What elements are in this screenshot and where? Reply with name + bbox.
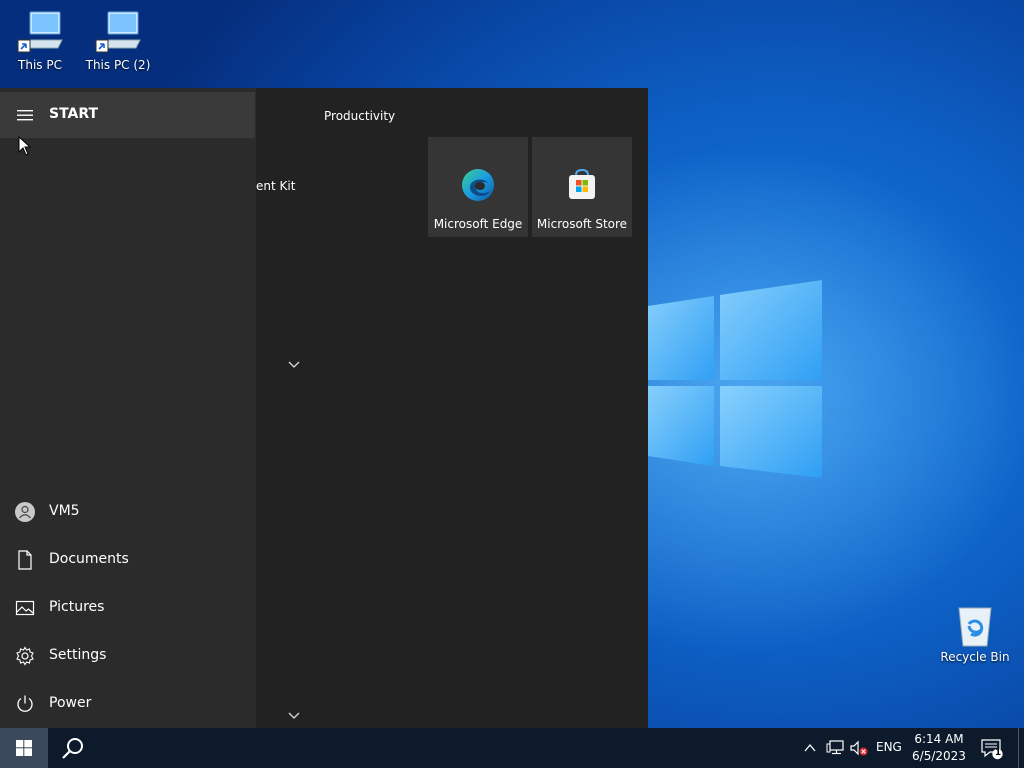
desktop-icon-label: This PC [18,58,62,72]
nav-item-label: Documents [49,551,129,567]
taskbar: ENG 6:14 AM 6/5/2023 1 [0,728,1024,768]
chevron-down-icon[interactable] [287,360,301,370]
start-header-label: START [49,106,99,122]
recycle-bin-icon [951,602,999,648]
desktop-icon-label: This PC (2) [85,58,151,72]
start-expand-button[interactable]: START [0,92,255,138]
nav-item-pictures[interactable]: Pictures [0,584,256,632]
chevron-down-icon[interactable] [287,711,301,721]
this-pc-icon [94,10,142,56]
edge-icon [462,169,494,201]
action-center-button[interactable]: 1 [980,738,1004,760]
hamburger-icon [17,110,33,121]
volume-muted-icon[interactable] [850,740,868,756]
start-button[interactable] [0,728,48,768]
this-pc-icon [16,10,64,56]
desktop-icon-label: Recycle Bin [940,650,1010,664]
start-menu: ent Kit Productivity Microsoft Edge Micr… [0,88,648,728]
tile-microsoft-edge[interactable]: Microsoft Edge [428,137,528,237]
language-indicator[interactable]: ENG [876,740,902,754]
clock[interactable]: 6:14 AM 6/5/2023 [906,731,972,765]
nav-item-user[interactable]: VM5 [0,488,256,536]
chevron-up-icon[interactable] [802,740,818,756]
notification-count-badge: 1 [994,748,1002,758]
nav-item-documents[interactable]: Documents [0,536,256,584]
network-icon[interactable] [826,740,844,756]
start-nav-rail: START VM5 Documents Pictures Settings Po… [0,88,256,728]
windows-icon [16,740,32,756]
document-icon [18,550,32,570]
app-list-item[interactable]: ent Kit [256,179,295,193]
nav-item-power[interactable]: Power [0,680,256,728]
tile-label: Microsoft Store [536,217,628,231]
nav-item-label: Pictures [49,599,105,615]
desktop-icon-recycle-bin[interactable]: Recycle Bin [937,602,1013,664]
tile-group-title[interactable]: Productivity [324,109,395,123]
mouse-cursor-icon [18,136,32,156]
desktop-icon-this-pc-2[interactable]: This PC (2) [80,10,156,72]
clock-time: 6:14 AM [914,732,964,746]
gear-icon [16,646,34,666]
nav-item-label: Power [49,695,92,711]
nav-item-label: Settings [49,647,107,663]
store-icon [569,168,595,199]
nav-item-settings[interactable]: Settings [0,632,256,680]
nav-item-label: VM5 [49,503,80,519]
tile-label: Microsoft Edge [433,217,523,231]
power-icon [17,695,33,712]
desktop-icon-this-pc[interactable]: This PC [2,10,78,72]
user-avatar-icon [15,502,35,522]
app-list: ent Kit [256,88,416,728]
tile-microsoft-store[interactable]: Microsoft Store [532,137,632,237]
pictures-icon [15,600,35,616]
clock-date: 6/5/2023 [912,749,966,763]
show-desktop-button[interactable] [1018,728,1019,768]
search-button[interactable] [48,728,96,768]
search-icon [62,738,83,759]
